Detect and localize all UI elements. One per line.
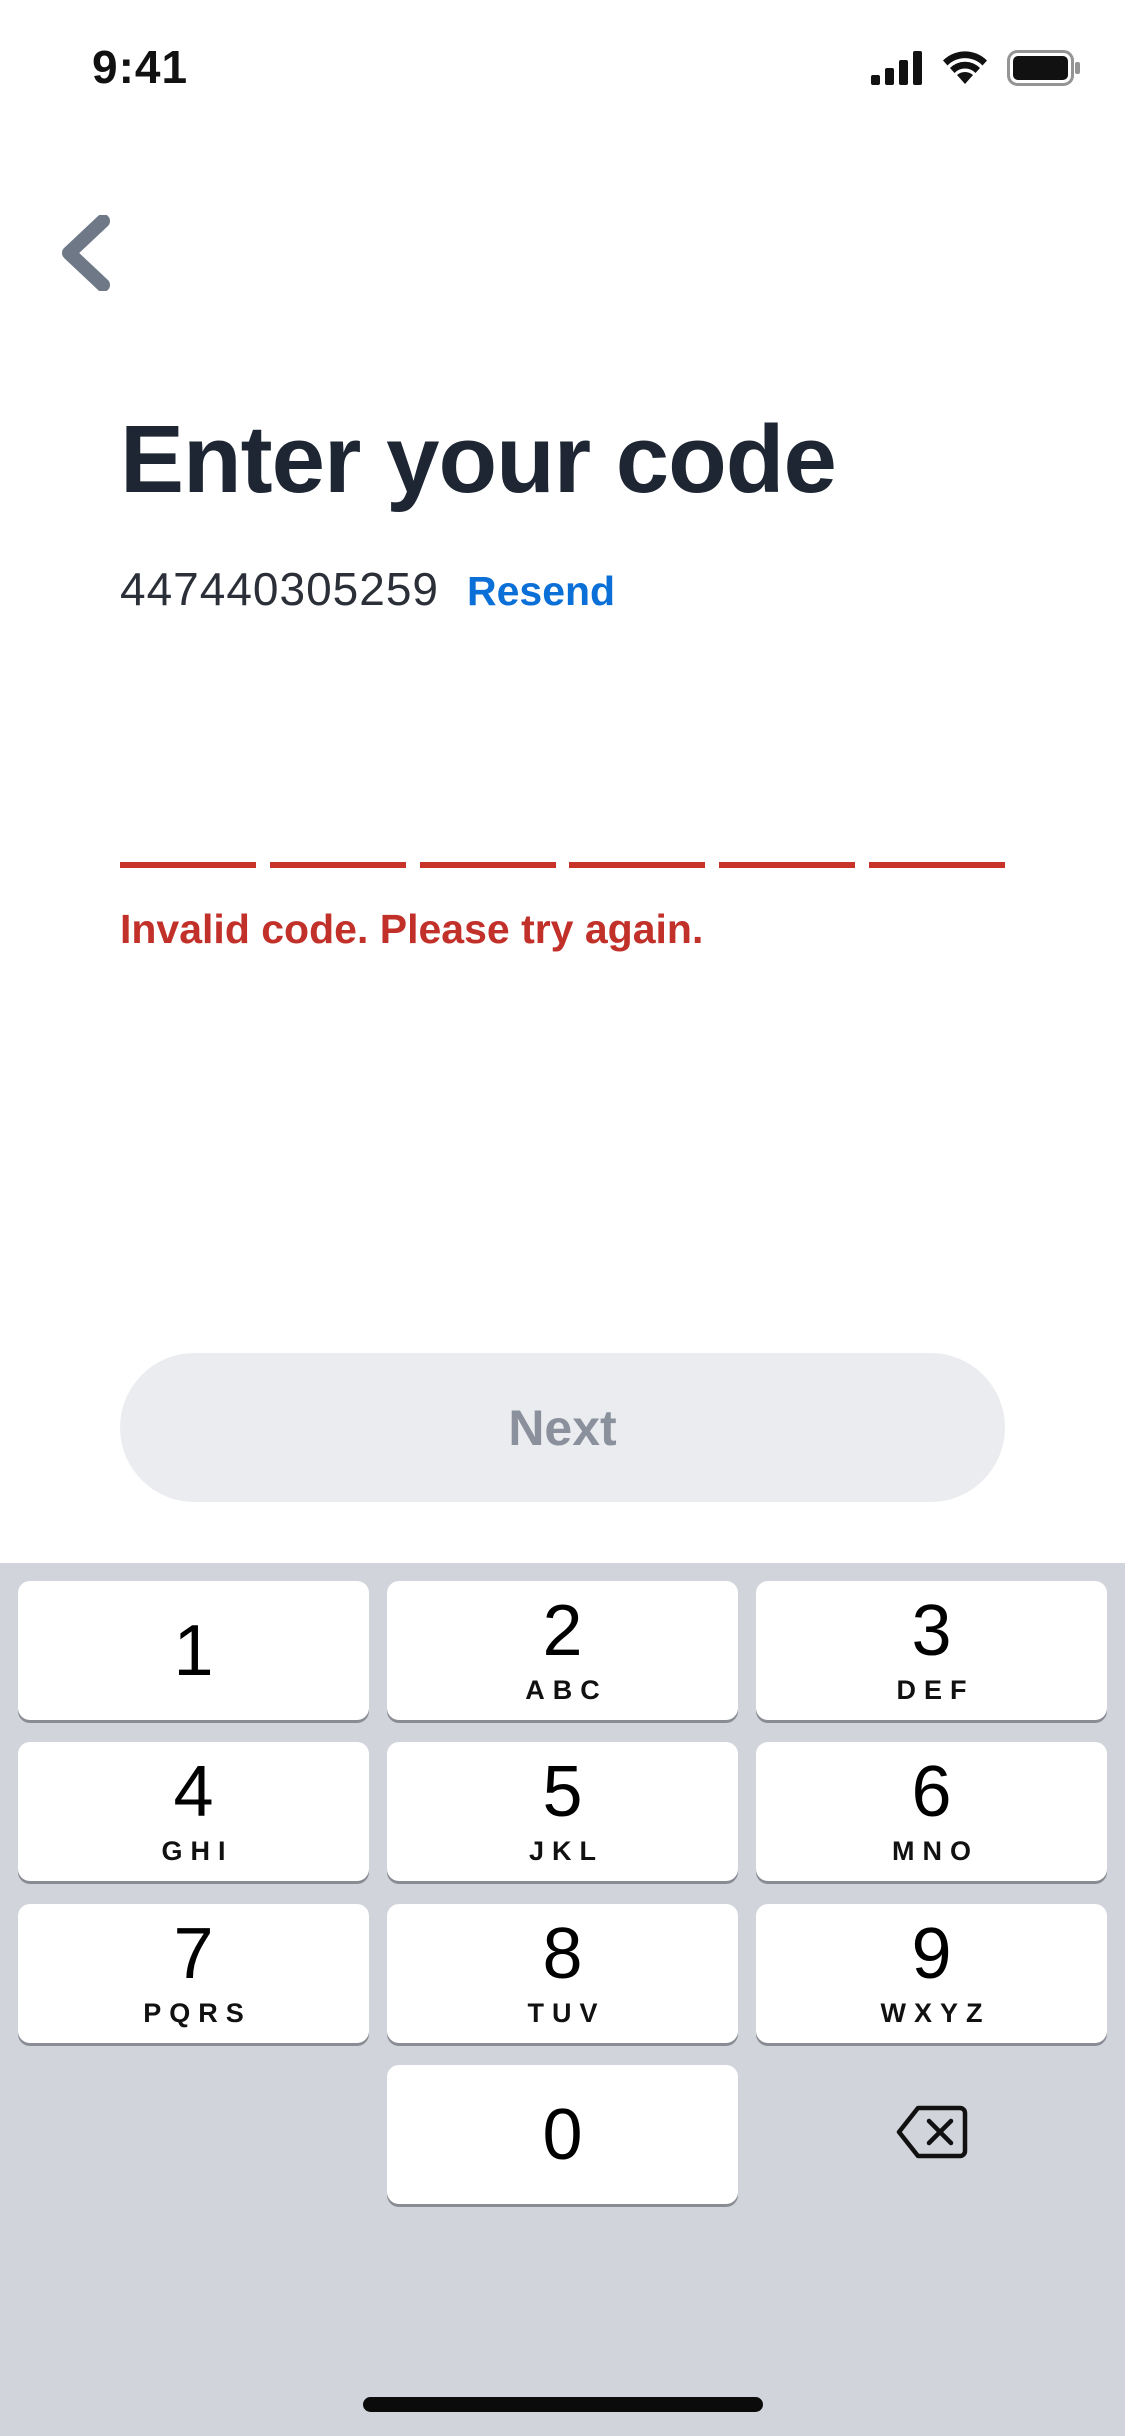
key-letters: TUV: [527, 1998, 606, 2028]
keypad-delete-key[interactable]: [756, 2065, 1107, 2204]
code-digit-slot[interactable]: [719, 812, 856, 868]
key-digit: 5: [542, 1752, 583, 1832]
code-digit-slot[interactable]: [419, 812, 556, 868]
key-letters: PQRS: [143, 1998, 252, 2028]
keypad-key-5[interactable]: 5 JKL: [387, 1742, 738, 1881]
key-letters: MNO: [892, 1836, 979, 1866]
key-digit: 7: [173, 1914, 214, 1994]
code-input[interactable]: [120, 812, 1005, 868]
home-indicator[interactable]: [363, 2397, 763, 2412]
key-digit: 4: [173, 1752, 214, 1832]
cellular-signal-icon: [871, 50, 923, 90]
battery-icon: [1007, 49, 1081, 91]
code-digit-slot[interactable]: [269, 812, 406, 868]
error-message: Invalid code. Please try again.: [120, 906, 704, 952]
keypad-key-9[interactable]: 9 WXYZ: [756, 1904, 1107, 2043]
key-digit: 1: [173, 1610, 214, 1691]
chevron-left-icon: [59, 213, 111, 296]
wifi-icon: [941, 50, 989, 91]
phone-row: 447440305259 Resend: [120, 562, 615, 616]
code-digit-slot[interactable]: [569, 812, 706, 868]
key-letters: JKL: [528, 1836, 604, 1866]
page-title: Enter your code: [120, 406, 837, 513]
status-icons: [871, 49, 1081, 91]
key-digit: 3: [911, 1591, 952, 1671]
key-digit: 6: [911, 1752, 952, 1832]
keypad-key-6[interactable]: 6 MNO: [756, 1742, 1107, 1881]
key-letters: ABC: [525, 1675, 608, 1705]
key-digit: 2: [542, 1591, 583, 1671]
keypad-key-4[interactable]: 4 GHI: [18, 1742, 369, 1881]
phone-number: 447440305259: [120, 563, 439, 615]
backspace-icon: [896, 2104, 968, 2165]
resend-link[interactable]: Resend: [467, 568, 615, 615]
status-bar: 9:41: [0, 0, 1125, 135]
keypad-key-3[interactable]: 3 DEF: [756, 1581, 1107, 1720]
code-digit-slot[interactable]: [868, 812, 1005, 868]
key-letters: GHI: [161, 1836, 234, 1866]
keypad-key-7[interactable]: 7 PQRS: [18, 1904, 369, 2043]
numeric-keypad: 1 2 ABC 3 DEF 4 GHI 5 JKL 6 MNO 7 PQRS 8…: [0, 1563, 1125, 2436]
key-digit: 0: [542, 2094, 583, 2175]
next-button[interactable]: Next: [120, 1353, 1005, 1502]
key-digit: 9: [911, 1914, 952, 1994]
back-button[interactable]: [50, 210, 120, 300]
key-digit: 8: [542, 1914, 583, 1994]
key-letters: DEF: [896, 1675, 975, 1705]
code-digit-slot[interactable]: [120, 812, 256, 868]
verification-screen: 9:41 Enter your code 447440305259 Resend…: [0, 0, 1125, 2436]
keypad-key-1[interactable]: 1: [18, 1581, 369, 1720]
keypad-key-0[interactable]: 0: [387, 2065, 738, 2204]
keypad-key-2[interactable]: 2 ABC: [387, 1581, 738, 1720]
key-letters: WXYZ: [880, 1998, 991, 2028]
status-time: 9:41: [92, 41, 189, 93]
keypad-key-8[interactable]: 8 TUV: [387, 1904, 738, 2043]
